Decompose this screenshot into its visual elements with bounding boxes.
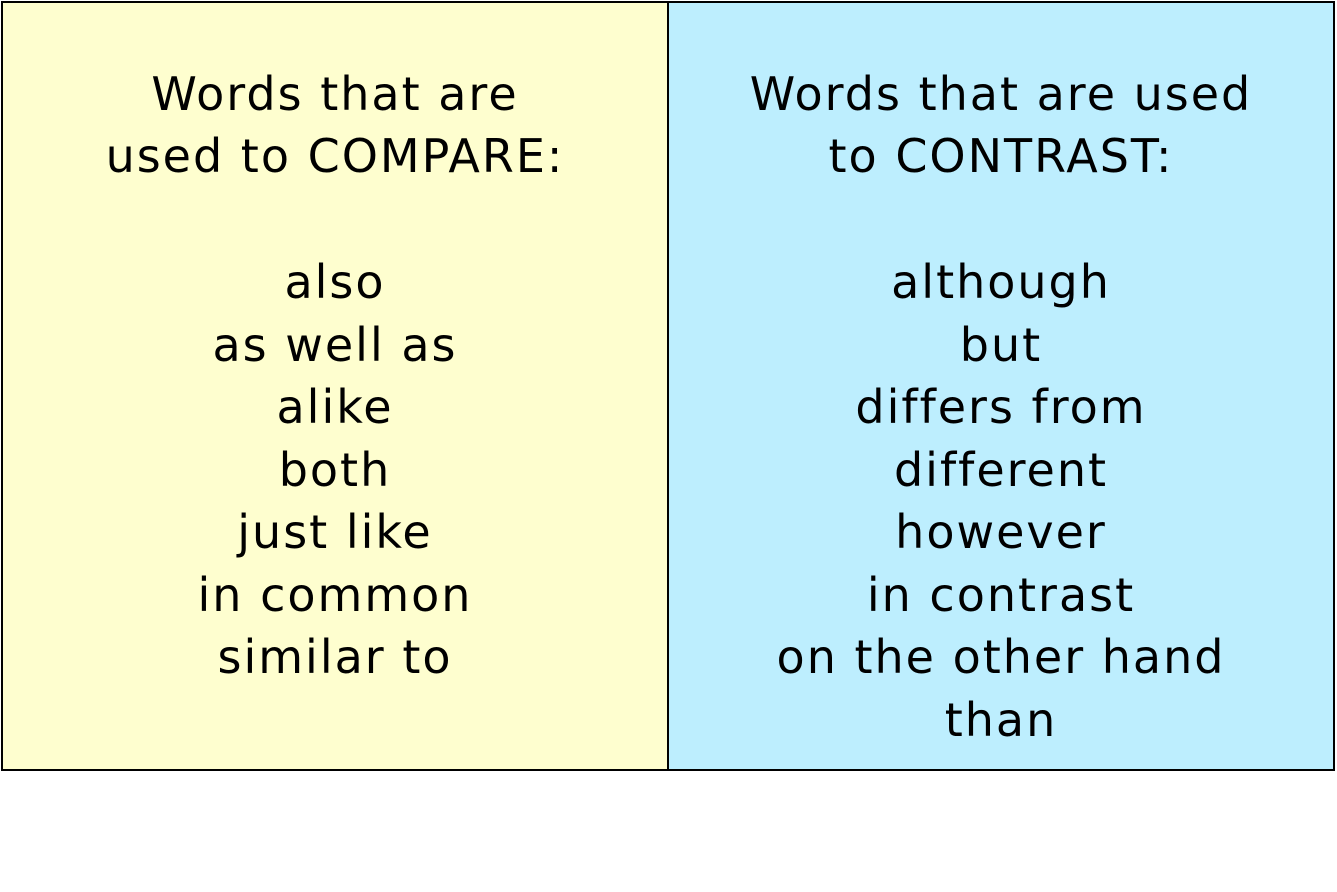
compare-word: in common [197, 567, 473, 622]
contrast-word-list: although but differs from different howe… [669, 251, 1333, 751]
contrast-heading-line-2: to CONTRAST: [828, 129, 1174, 183]
contrast-word: than [944, 692, 1058, 747]
contrast-heading-line-1: Words that are used [749, 67, 1253, 121]
contrast-column: Words that are used to CONTRAST: although… [669, 3, 1333, 769]
compare-word: just like [237, 505, 433, 559]
contrast-word: however [895, 505, 1107, 559]
contrast-word: differs from [855, 380, 1147, 434]
compare-column: Words that are used to COMPARE: also as w… [3, 3, 669, 769]
compare-word: both [278, 442, 392, 497]
compare-word-list: also as well as alike both just like in … [3, 251, 667, 689]
compare-word: similar to [217, 630, 453, 684]
compare-heading-line-2: used to COMPARE: [105, 129, 565, 183]
contrast-word: on the other hand [776, 630, 1226, 684]
contrast-heading: Words that are used to CONTRAST: [669, 63, 1333, 187]
compare-word: also [284, 255, 386, 309]
compare-heading: Words that are used to COMPARE: [3, 63, 667, 187]
contrast-word: although [891, 255, 1111, 309]
compare-word: as well as [212, 317, 458, 372]
contrast-word: different [893, 442, 1109, 497]
compare-contrast-chart: Words that are used to COMPARE: also as w… [1, 1, 1335, 771]
compare-word: alike [276, 380, 394, 434]
contrast-word: in contrast [866, 567, 1136, 622]
compare-heading-line-1: Words that are [151, 67, 519, 121]
contrast-word: but [959, 317, 1043, 372]
